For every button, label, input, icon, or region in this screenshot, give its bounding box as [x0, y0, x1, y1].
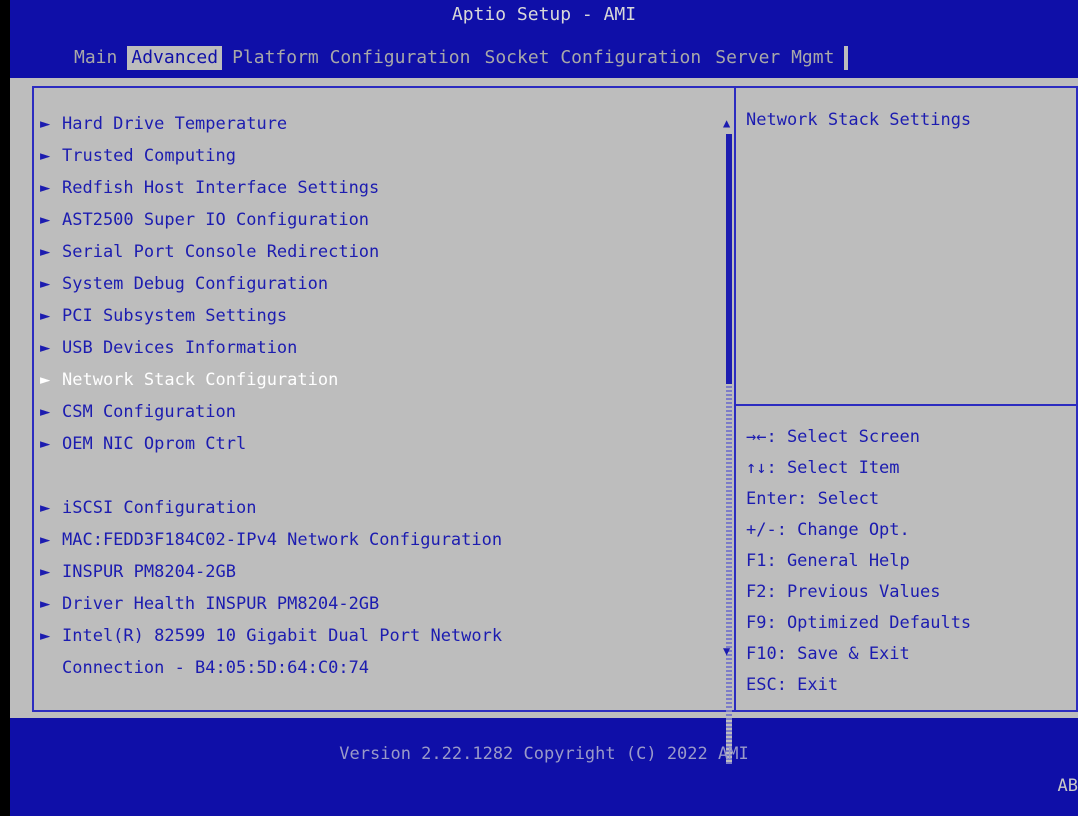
tab-platform-configuration[interactable]: Platform Configuration	[228, 46, 474, 70]
menu-item-label: AST2500 Super IO Configuration	[62, 210, 370, 230]
submenu-arrow-icon: ►	[40, 626, 51, 646]
submenu-arrow-icon: ►	[40, 274, 51, 294]
tab-main[interactable]: Main	[70, 46, 121, 70]
bios-screen: Aptio Setup - AMI Main Advanced Platform C…	[10, 0, 1078, 816]
key-hint: F9: Optimized Defaults	[746, 613, 972, 633]
submenu-arrow-icon: ►	[40, 146, 51, 166]
menu-spacer: ►	[40, 460, 720, 492]
vertical-divider	[734, 86, 736, 712]
key-hint: Enter: Select	[746, 489, 880, 509]
menu-item-label: Trusted Computing	[62, 146, 236, 166]
tab-advanced[interactable]: Advanced	[127, 46, 223, 70]
menu-item-label: Intel(R) 82599 10 Gigabit Dual Port Netw…	[62, 626, 503, 646]
submenu-arrow-icon: ►	[40, 498, 51, 518]
menu-scrollbar[interactable]: ▲ ▼	[723, 116, 732, 764]
submenu-arrow-icon: ►	[40, 178, 51, 198]
key-hint: F2: Previous Values	[746, 582, 941, 602]
menu-item-driver-health[interactable]: ► Driver Health INSPUR PM8204-2GB	[40, 588, 720, 620]
menu-item-label: INSPUR PM8204-2GB	[62, 562, 236, 582]
help-divider	[736, 404, 1078, 406]
scrollbar-thumb[interactable]	[726, 134, 732, 384]
submenu-arrow-icon: ►	[40, 562, 51, 582]
key-hint: ESC: Exit	[746, 675, 839, 695]
scroll-up-icon[interactable]: ▲	[723, 116, 730, 130]
submenu-arrow-icon: ►	[40, 242, 51, 262]
menu-item-label: System Debug Configuration	[62, 274, 329, 294]
submenu-arrow-icon: ►	[40, 114, 51, 134]
key-hint: ↑↓: Select Item	[746, 458, 900, 478]
key-hint: F10: Save & Exit	[746, 644, 910, 664]
menu-item-label: Serial Port Console Redirection	[62, 242, 380, 262]
scrollbar-track[interactable]	[726, 384, 732, 764]
version-footer: Version 2.22.1282 Copyright (C) 2022 AMI	[339, 744, 749, 764]
menu-item-redfish-host-interface[interactable]: ► Redfish Host Interface Settings	[40, 172, 720, 204]
submenu-arrow-icon: ►	[40, 434, 51, 454]
key-hint: +/-: Change Opt.	[746, 520, 910, 540]
tab-bar: Main Advanced Platform Configuration Socket…	[70, 46, 849, 70]
menu-list: ► Hard Drive Temperature ► Trusted Computi…	[40, 108, 720, 684]
menu-item-csm-configuration[interactable]: ► CSM Configuration	[40, 396, 720, 428]
menu-item-label: CSM Configuration	[62, 402, 236, 422]
menu-item-pci-subsystem-settings[interactable]: ► PCI Subsystem Settings	[40, 300, 720, 332]
menu-item-network-stack-configuration[interactable]: ► Network Stack Configuration	[40, 364, 720, 396]
menu-item-intel-82599[interactable]: ► Intel(R) 82599 10 Gigabit Dual Port Net…	[40, 620, 720, 652]
menu-item-label: Driver Health INSPUR PM8204-2GB	[62, 594, 380, 614]
menu-item-label: Hard Drive Temperature	[62, 114, 288, 134]
menu-item-system-debug-configuration[interactable]: ► System Debug Configuration	[40, 268, 720, 300]
key-hint: →←: Select Screen	[746, 427, 920, 447]
menu-item-iscsi-configuration[interactable]: ► iSCSI Configuration	[40, 492, 720, 524]
menu-item-label: MAC:FEDD3F184C02-IPv4 Network Configurat…	[62, 530, 503, 550]
menu-item-label: Redfish Host Interface Settings	[62, 178, 380, 198]
menu-item-label: iSCSI Configuration	[62, 498, 257, 518]
menu-item-label: USB Devices Information	[62, 338, 298, 358]
menu-item-label: OEM NIC Oprom Ctrl	[62, 434, 247, 454]
menu-item-oem-nic-oprom-ctrl[interactable]: ► OEM NIC Oprom Ctrl	[40, 428, 720, 460]
submenu-arrow-icon: ►	[40, 530, 51, 550]
scroll-down-icon[interactable]: ▼	[723, 644, 730, 658]
menu-item-trusted-computing[interactable]: ► Trusted Computing	[40, 140, 720, 172]
menu-item-label: PCI Subsystem Settings	[62, 306, 288, 326]
menu-item-inspur-pm8204[interactable]: ► INSPUR PM8204-2GB	[40, 556, 720, 588]
menu-item-usb-devices-information[interactable]: ► USB Devices Information	[40, 332, 720, 364]
submenu-arrow-icon: ►	[40, 402, 51, 422]
help-text: Network Stack Settings	[746, 110, 972, 130]
tab-server-mgmt[interactable]: Server Mgmt	[711, 46, 838, 70]
submenu-arrow-icon: ►	[40, 210, 51, 230]
menu-item-mac-ipv4-network-configuration[interactable]: ► MAC:FEDD3F184C02-IPv4 Network Configura…	[40, 524, 720, 556]
submenu-arrow-icon: ►	[40, 594, 51, 614]
tab-overflow-indicator	[844, 46, 849, 70]
menu-item-continuation: ►Connection - B4:05:5D:64:C0:74	[40, 652, 720, 684]
menu-item-label: Connection - B4:05:5D:64:C0:74	[62, 658, 370, 678]
corner-indicator: AB	[1057, 776, 1078, 796]
tab-socket-configuration[interactable]: Socket Configuration	[480, 46, 705, 70]
app-title: Aptio Setup - AMI	[451, 4, 637, 25]
menu-item-hard-drive-temperature[interactable]: ► Hard Drive Temperature	[40, 108, 720, 140]
menu-item-serial-port-console-redirection[interactable]: ► Serial Port Console Redirection	[40, 236, 720, 268]
submenu-arrow-icon: ►	[40, 338, 51, 358]
submenu-arrow-icon: ►	[40, 370, 51, 390]
menu-item-ast2500-super-io[interactable]: ► AST2500 Super IO Configuration	[40, 204, 720, 236]
submenu-arrow-icon: ►	[40, 306, 51, 326]
key-hint: F1: General Help	[746, 551, 910, 571]
key-legend: →←: Select Screen ↑↓: Select Item Enter:…	[746, 422, 971, 701]
menu-item-label: Network Stack Configuration	[62, 370, 339, 390]
